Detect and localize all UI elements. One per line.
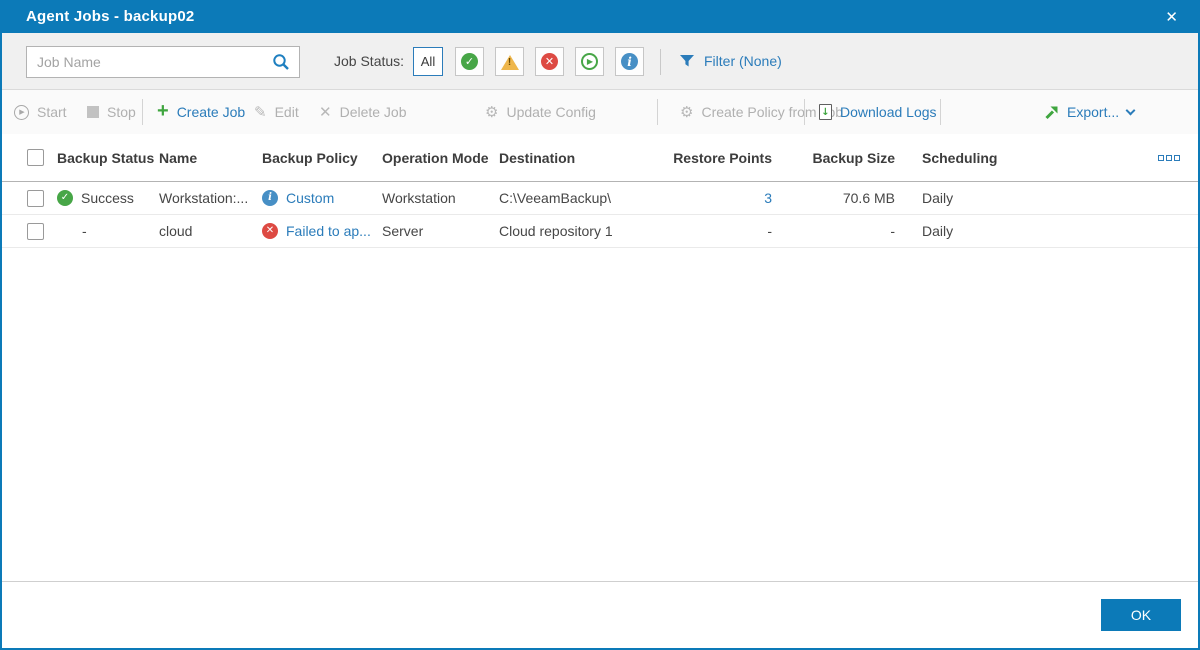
destination-value: C:\VeeamBackup\	[499, 190, 612, 206]
create-job-button[interactable]: + Create Job	[157, 90, 245, 134]
destination-value: Cloud repository 1	[499, 223, 613, 239]
update-config-label: Update Config	[506, 104, 596, 120]
scheduling-value: Daily	[922, 190, 954, 206]
job-name: Workstation:...	[159, 190, 249, 206]
running-icon: ▶	[581, 53, 598, 70]
plus-icon: +	[157, 100, 169, 122]
restore-points-value: -	[767, 223, 772, 239]
backup-size-value: -	[890, 223, 895, 239]
header-name[interactable]: Name	[159, 150, 262, 166]
row-checkbox[interactable]	[27, 189, 44, 207]
table-header-row: Backup Status Name Backup Policy Operati…	[2, 134, 1198, 182]
status-running-button[interactable]: ▶	[575, 47, 604, 76]
funnel-icon	[680, 55, 694, 67]
header-destination[interactable]: Destination	[499, 150, 652, 166]
toolbar-separator	[142, 99, 143, 125]
stop-button[interactable]: Stop	[87, 90, 136, 134]
operation-mode-value: Workstation	[382, 190, 456, 206]
row-checkbox[interactable]	[27, 222, 44, 240]
toolbar-separator	[804, 99, 805, 125]
filter-separator	[660, 49, 661, 75]
info-icon: i	[621, 53, 638, 70]
export-button[interactable]: Export...	[1044, 90, 1136, 134]
create-job-label: Create Job	[176, 104, 246, 120]
header-scheduling[interactable]: Scheduling	[895, 150, 1154, 166]
scheduling-value: Daily	[922, 223, 954, 239]
backup-size-value: 70.6 MB	[842, 190, 895, 206]
warning-icon: !	[500, 54, 519, 70]
header-operation-mode[interactable]: Operation Mode	[382, 150, 499, 166]
status-warning-button[interactable]: !	[495, 47, 524, 76]
operation-mode-value: Server	[382, 223, 424, 239]
search-input[interactable]	[27, 54, 272, 70]
footer: OK	[2, 581, 1198, 646]
filter-label: Filter (None)	[704, 53, 782, 69]
error-icon: ✕	[541, 53, 558, 70]
create-policy-icon: ⚙	[680, 102, 694, 121]
toolbar-separator	[940, 99, 941, 125]
filter-row: Job Status: All ✓ ! ✕ ▶ i Filter (None)	[2, 33, 1198, 90]
update-config-button[interactable]: ⚙ Update Config	[485, 90, 596, 134]
jobs-table: Backup Status Name Backup Policy Operati…	[2, 134, 1198, 248]
toolbar: ▶ Start Stop + Create Job ✎ Edit ✕ Delet…	[2, 90, 1198, 134]
header-backup-status[interactable]: Backup Status	[57, 150, 154, 166]
pencil-icon: ✎	[254, 102, 267, 121]
start-label: Start	[37, 104, 67, 120]
table-row[interactable]: - cloud ✕ Failed to ap... Server Cloud r…	[2, 215, 1198, 248]
success-icon: ✓	[57, 190, 73, 206]
update-config-icon: ⚙	[485, 102, 499, 121]
close-icon[interactable]: ✕	[1165, 8, 1178, 26]
edit-label: Edit	[274, 104, 299, 120]
header-restore-points[interactable]: Restore Points	[652, 150, 772, 166]
ok-button[interactable]: OK	[1101, 599, 1181, 631]
stop-label: Stop	[107, 104, 136, 120]
delete-job-label: Delete Job	[339, 104, 407, 120]
empty-area	[2, 248, 1198, 581]
export-arrow-icon	[1045, 106, 1058, 119]
info-icon: i	[262, 190, 278, 206]
delete-job-button[interactable]: ✕ Delete Job	[319, 90, 407, 134]
delete-icon: ✕	[319, 102, 332, 121]
download-logs-icon: ↓	[819, 104, 832, 120]
job-status-label: Job Status:	[334, 53, 405, 69]
window-title: Agent Jobs - backup02	[26, 8, 195, 25]
start-button[interactable]: ▶ Start	[14, 90, 67, 134]
chevron-down-icon	[1125, 105, 1136, 115]
search-icon[interactable]	[272, 53, 290, 71]
title-bar: Agent Jobs - backup02 ✕	[2, 0, 1198, 33]
status-error-button[interactable]: ✕	[535, 47, 564, 76]
status-success-button[interactable]: ✓	[455, 47, 484, 76]
download-logs-button[interactable]: ↓ Download Logs	[819, 90, 937, 134]
column-chooser-icon[interactable]	[1158, 154, 1180, 161]
start-icon: ▶	[14, 104, 29, 120]
backup-policy-link[interactable]: Failed to ap...	[286, 223, 371, 239]
download-logs-label: Download Logs	[840, 104, 937, 120]
restore-points-link[interactable]: 3	[764, 190, 772, 206]
status-info-button[interactable]: i	[615, 47, 644, 76]
error-icon: ✕	[262, 223, 278, 239]
success-icon: ✓	[461, 53, 478, 70]
edit-button[interactable]: ✎ Edit	[254, 90, 299, 134]
select-all-checkbox[interactable]	[27, 149, 44, 166]
header-backup-policy[interactable]: Backup Policy	[262, 150, 358, 166]
backup-status-value: -	[82, 223, 87, 239]
export-label: Export...	[1067, 104, 1120, 120]
stop-icon	[87, 106, 99, 118]
backup-status-value: Success	[81, 190, 134, 206]
search-box	[26, 46, 300, 78]
table-row[interactable]: ✓ Success Workstation:... i Custom Works…	[2, 182, 1198, 215]
toolbar-separator	[657, 99, 658, 125]
backup-policy-link[interactable]: Custom	[286, 190, 334, 206]
job-name: cloud	[159, 223, 193, 239]
header-backup-size[interactable]: Backup Size	[772, 150, 895, 166]
agent-jobs-dialog: Agent Jobs - backup02 ✕ Job Status: All …	[0, 0, 1200, 650]
filter-none-button[interactable]: Filter (None)	[679, 33, 782, 89]
status-all-button[interactable]: All	[413, 47, 443, 76]
